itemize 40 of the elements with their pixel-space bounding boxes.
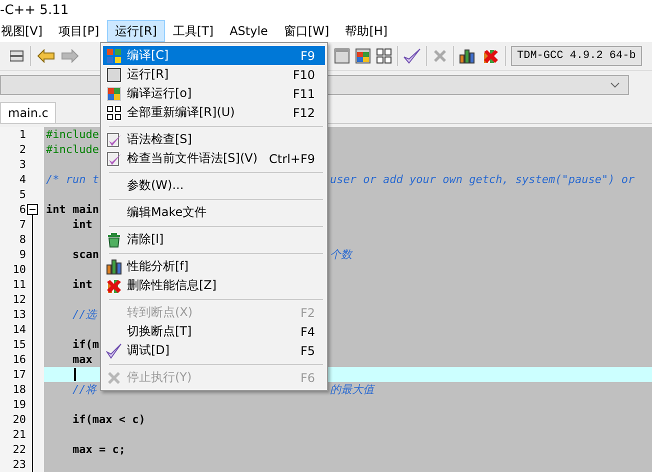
code-text: max = c; <box>71 442 126 457</box>
line-number: 9 <box>19 248 26 261</box>
code-text: #include <box>46 142 99 157</box>
line-number: 19 <box>12 398 26 411</box>
window-title: -C++ 5.11 <box>0 2 69 18</box>
code-text: int main <box>46 202 99 217</box>
line-number: 6 <box>19 203 26 216</box>
line-number: 14 <box>12 323 26 336</box>
line-number: 4 <box>19 173 26 186</box>
line-number: 11 <box>12 278 26 291</box>
line-number: 21 <box>12 428 26 441</box>
line-number: 22 <box>12 443 26 456</box>
code-text: user or add your own getch, system("pause") or <box>330 172 635 187</box>
code-text: 个数 <box>330 247 352 262</box>
line-number: 17 <box>12 368 26 381</box>
line-number: 8 <box>19 233 26 246</box>
code-text: 的最大值 <box>330 382 374 397</box>
line-number: 2 <box>19 143 26 156</box>
line-number: 7 <box>19 218 26 231</box>
code-text: int <box>71 277 92 292</box>
code-text: max <box>71 352 92 367</box>
line-number: 10 <box>12 263 26 276</box>
line-number: 5 <box>19 188 26 201</box>
code-text: /* run t <box>46 172 99 187</box>
line-number: 12 <box>12 293 26 306</box>
code-text: int <box>71 217 92 232</box>
line-number: 23 <box>12 458 26 471</box>
code-text: //将 <box>71 382 97 397</box>
code-text: if(m <box>71 337 99 352</box>
line-number: 20 <box>12 413 26 426</box>
line-number: 16 <box>12 353 26 366</box>
line-number: 15 <box>12 338 26 351</box>
code-text: scan <box>71 247 99 262</box>
line-number: 13 <box>12 308 26 321</box>
line-number: 1 <box>19 128 26 141</box>
line-number: 18 <box>12 383 26 396</box>
code-text: if(max < c) <box>71 412 146 427</box>
line-number: 3 <box>19 158 26 171</box>
code-text: //选 <box>71 307 97 322</box>
code-text: #include <box>46 127 99 142</box>
